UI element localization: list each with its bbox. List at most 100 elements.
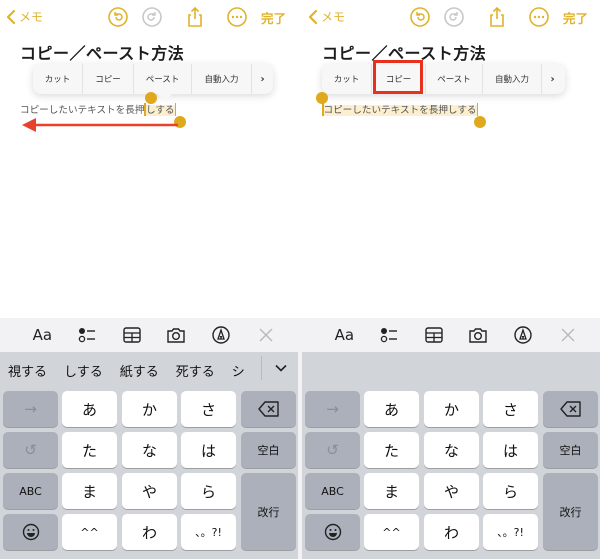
japanese-keyboard: → あ か さ ↺ た な は 空白 ABC ま や ら 改行 ^^ わ 、。?…	[302, 352, 600, 559]
key-return[interactable]: 改行	[543, 473, 598, 550]
camera-button[interactable]	[467, 324, 489, 346]
menu-cut[interactable]: カット	[322, 64, 372, 94]
key-delete[interactable]	[241, 391, 296, 427]
key-ma[interactable]: ま	[364, 473, 419, 509]
key-ra[interactable]: ら	[483, 473, 538, 509]
left-screen: メモ 完了 コピー／ペースト方法 カット コピー ペースト 自動入力 › コピー…	[0, 0, 298, 559]
back-button[interactable]: メモ	[6, 8, 43, 25]
key-a[interactable]: あ	[62, 391, 117, 427]
done-button[interactable]: 完了	[563, 8, 588, 27]
note-body[interactable]: コピーしたいテキストを長押しする	[322, 102, 479, 116]
more-button[interactable]	[226, 6, 248, 28]
checklist-icon	[78, 328, 95, 343]
redo-button[interactable]	[443, 6, 465, 28]
candidate[interactable]: しする	[64, 361, 103, 380]
key-wa[interactable]: わ	[122, 514, 177, 550]
right-screen: メモ 完了 コピー／ペースト方法 カット コピー ペースト 自動入力 › コピー…	[302, 0, 600, 559]
key-na[interactable]: な	[122, 432, 177, 468]
key-undo[interactable]: ↺	[305, 432, 360, 468]
redo-button[interactable]	[141, 6, 163, 28]
key-emoji[interactable]	[3, 514, 58, 550]
key-sa[interactable]: さ	[181, 391, 236, 427]
emoji-icon	[22, 523, 39, 541]
selection-end-caret	[476, 103, 479, 116]
key-ka[interactable]: か	[122, 391, 177, 427]
key-abc[interactable]: ABC	[3, 473, 58, 509]
markup-button[interactable]	[512, 324, 534, 346]
done-button[interactable]: 完了	[261, 8, 286, 27]
key-undo[interactable]: ↺	[3, 432, 58, 468]
chevron-down-icon[interactable]	[274, 361, 288, 375]
key-abc[interactable]: ABC	[305, 473, 360, 509]
share-button[interactable]	[486, 6, 508, 28]
format-aa-icon: Aa	[32, 326, 53, 344]
camera-button[interactable]	[165, 324, 187, 346]
key-emoji[interactable]	[305, 514, 360, 550]
menu-cut[interactable]: カット	[33, 64, 83, 94]
selection-start-handle[interactable]	[316, 92, 328, 104]
menu-autofill[interactable]: 自動入力	[483, 64, 542, 94]
chevron-left-icon	[308, 9, 318, 24]
key-ra[interactable]: ら	[181, 473, 236, 509]
body-text-unselected: コピーしたいテキストを長押	[20, 105, 145, 116]
key-kaomoji[interactable]: ^^	[62, 514, 117, 550]
menu-more-button[interactable]: ›	[252, 64, 273, 94]
candidate[interactable]: 死する	[176, 361, 215, 380]
key-ha[interactable]: は	[483, 432, 538, 468]
checklist-button[interactable]	[378, 324, 400, 346]
key-punctuation[interactable]: 、。?!	[181, 514, 236, 550]
edit-menu: カット コピー ペースト 自動入力 ›	[33, 64, 273, 94]
markup-pen-icon	[212, 326, 230, 344]
key-na[interactable]: な	[424, 432, 479, 468]
format-button[interactable]: Aa	[333, 324, 355, 346]
conversion-candidates: 視する しする 紙する 死する シ	[0, 352, 298, 388]
share-button[interactable]	[184, 6, 206, 28]
key-kaomoji[interactable]: ^^	[364, 514, 419, 550]
key-space[interactable]: 空白	[543, 432, 598, 468]
menu-autofill[interactable]: 自動入力	[192, 64, 252, 94]
candidate[interactable]: シ	[232, 361, 245, 380]
back-button[interactable]: メモ	[308, 8, 345, 25]
key-wa[interactable]: わ	[424, 514, 479, 550]
format-button[interactable]: Aa	[31, 324, 53, 346]
key-ta[interactable]: た	[364, 432, 419, 468]
selection-end-handle[interactable]	[474, 116, 486, 128]
back-label: メモ	[19, 10, 44, 24]
undo-button[interactable]	[107, 6, 129, 28]
table-button[interactable]	[121, 324, 143, 346]
key-ma[interactable]: ま	[62, 473, 117, 509]
menu-more-button[interactable]: ›	[542, 64, 563, 94]
note-body[interactable]: コピーしたいテキストを長押しする	[20, 102, 177, 116]
candidate[interactable]: 視する	[8, 361, 47, 380]
share-icon	[188, 6, 202, 27]
markup-button[interactable]	[210, 324, 232, 346]
menu-paste[interactable]: ペースト	[426, 64, 483, 94]
more-button[interactable]	[528, 6, 550, 28]
menu-copy[interactable]: コピー	[83, 64, 134, 94]
key-punctuation[interactable]: 、。?!	[483, 514, 538, 550]
table-button[interactable]	[423, 324, 445, 346]
selection-end-caret	[174, 103, 177, 116]
key-a[interactable]: あ	[364, 391, 419, 427]
key-next-arrow[interactable]: →	[3, 391, 58, 427]
close-toolbar-button[interactable]	[255, 324, 277, 346]
candidate[interactable]: 紙する	[120, 361, 159, 380]
note-title[interactable]: コピー／ペースト方法	[20, 40, 184, 64]
key-ka[interactable]: か	[424, 391, 479, 427]
conversion-candidates-empty	[302, 352, 600, 388]
undo-button[interactable]	[409, 6, 431, 28]
close-toolbar-button[interactable]	[557, 324, 579, 346]
backspace-icon	[257, 401, 279, 417]
key-ya[interactable]: や	[122, 473, 177, 509]
key-next-arrow[interactable]: →	[305, 391, 360, 427]
checklist-button[interactable]	[76, 324, 98, 346]
menu-copy[interactable]: コピー	[372, 60, 426, 94]
key-space[interactable]: 空白	[241, 432, 296, 468]
key-ya[interactable]: や	[424, 473, 479, 509]
key-ta[interactable]: た	[62, 432, 117, 468]
key-return[interactable]: 改行	[241, 473, 296, 550]
key-sa[interactable]: さ	[483, 391, 538, 427]
key-ha[interactable]: は	[181, 432, 236, 468]
selection-start-handle[interactable]	[145, 92, 157, 104]
key-delete[interactable]	[543, 391, 598, 427]
